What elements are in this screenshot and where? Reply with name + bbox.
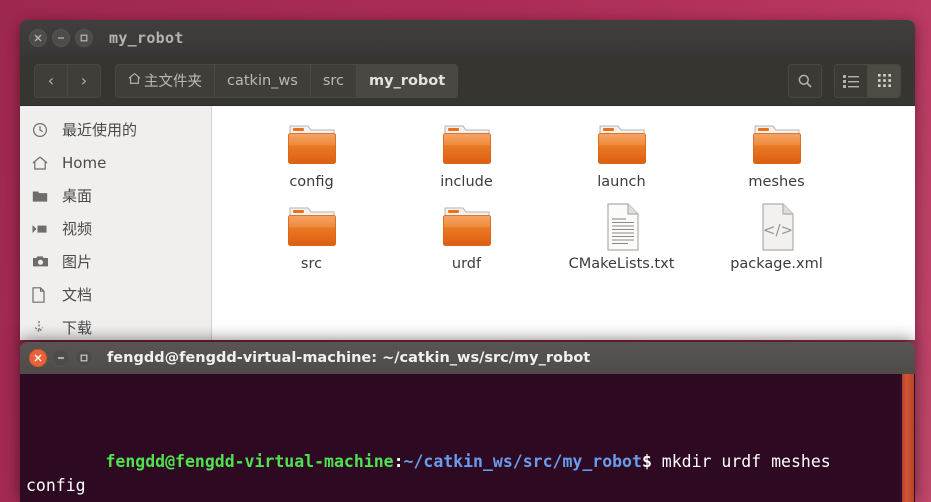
close-icon[interactable]	[29, 29, 47, 47]
file-item[interactable]: urdf	[389, 200, 544, 280]
grid-view-icon[interactable]	[867, 64, 900, 97]
prompt-user-host: fengdd@fengdd-virtual-machine	[105, 452, 394, 471]
minimize-icon[interactable]	[52, 29, 70, 47]
folder-icon	[749, 118, 805, 170]
file-manager-window: my_robot ‹ › 主文件夹 catkin_ws src my_robot	[20, 20, 915, 340]
breadcrumb-label: 主文件夹	[144, 74, 202, 90]
breadcrumb-item-src[interactable]: src	[309, 64, 356, 97]
terminal-screen[interactable]: fengdd@fengdd-virtual-machine:~/catkin_w…	[20, 374, 915, 502]
search-icon[interactable]	[788, 63, 822, 98]
svg-text:</>: </>	[762, 221, 792, 239]
file-name: include	[440, 174, 493, 190]
sidebar-item-videos[interactable]: 视频	[20, 212, 211, 245]
terminal-scrollbar-thumb[interactable]	[902, 374, 914, 502]
file-name: src	[300, 256, 323, 272]
file-manager-window-controls	[29, 29, 93, 47]
download-icon	[32, 320, 54, 336]
video-icon	[32, 223, 54, 235]
breadcrumb-item-catkin-ws[interactable]: catkin_ws	[214, 64, 310, 97]
icon-grid: config include launch meshes src urdf CM…	[234, 118, 915, 280]
file-name: meshes	[748, 174, 805, 190]
home-icon	[128, 72, 141, 89]
maximize-icon[interactable]	[75, 29, 93, 47]
sidebar: 最近使用的 Home 桌面 视频 图片 文档 下载	[20, 106, 212, 340]
sidebar-item-recent[interactable]: 最近使用的	[20, 113, 211, 146]
terminal-window-controls	[29, 349, 93, 367]
file-manager-body: 最近使用的 Home 桌面 视频 图片 文档 下载 config include…	[20, 106, 915, 340]
sidebar-item-label: 最近使用的	[62, 121, 138, 139]
terminal-titlebar[interactable]: fengdd@fengdd-virtual-machine: ~/catkin_…	[20, 342, 915, 374]
file-name: package.xml	[730, 256, 823, 272]
toolbar-right-group	[788, 63, 901, 98]
sidebar-item-downloads[interactable]: 下载	[20, 311, 211, 340]
home-icon	[32, 155, 54, 171]
terminal-window: fengdd@fengdd-virtual-machine: ~/catkin_…	[20, 342, 915, 502]
sidebar-item-label: 视频	[62, 220, 93, 238]
file-manager-title: my_robot	[109, 29, 184, 47]
view-mode-group	[834, 63, 901, 98]
prompt-path: ~/catkin_ws/src/my_robot	[403, 452, 642, 471]
code-file-icon: </>	[755, 200, 799, 252]
folder-icon	[284, 200, 340, 252]
breadcrumb: 主文件夹 catkin_ws src my_robot	[115, 63, 459, 98]
file-list-area[interactable]: config include launch meshes src urdf CM…	[212, 106, 915, 340]
sidebar-item-pictures[interactable]: 图片	[20, 245, 211, 278]
file-name: CMakeLists.txt	[568, 256, 675, 272]
clock-icon	[32, 122, 54, 138]
prompt-colon: :	[393, 452, 404, 471]
sidebar-item-label: 文档	[62, 286, 93, 304]
file-name: urdf	[451, 256, 482, 272]
breadcrumb-item-my-robot[interactable]: my_robot	[356, 64, 458, 97]
file-item[interactable]: config	[234, 118, 389, 198]
forward-button[interactable]: ›	[67, 64, 100, 97]
file-manager-toolbar: ‹ › 主文件夹 catkin_ws src my_robot	[20, 56, 915, 106]
sidebar-item-home[interactable]: Home	[20, 146, 211, 179]
terminal-line: fengdd@fengdd-virtual-machine:~/catkin_w…	[26, 426, 894, 502]
folder-icon	[439, 118, 495, 170]
navigation-buttons: ‹ ›	[34, 63, 101, 98]
sidebar-item-label: Home	[62, 153, 107, 172]
document-icon	[32, 286, 54, 303]
camera-icon	[32, 255, 54, 268]
file-item[interactable]: </> package.xml	[699, 200, 854, 280]
sidebar-item-label: 图片	[62, 253, 93, 271]
text-file-icon	[600, 200, 644, 252]
breadcrumb-item-home[interactable]: 主文件夹	[116, 64, 214, 97]
sidebar-item-label: 桌面	[62, 187, 93, 205]
terminal-scrollbar[interactable]	[900, 374, 915, 502]
file-item[interactable]: CMakeLists.txt	[544, 200, 699, 280]
maximize-icon[interactable]	[75, 349, 93, 367]
terminal-output[interactable]: fengdd@fengdd-virtual-machine:~/catkin_w…	[20, 374, 900, 502]
minimize-icon[interactable]	[52, 349, 70, 367]
file-item[interactable]: launch	[544, 118, 699, 198]
file-item[interactable]: include	[389, 118, 544, 198]
close-icon[interactable]	[29, 349, 47, 367]
file-name: launch	[597, 174, 646, 190]
folder-icon	[594, 118, 650, 170]
terminal-title: fengdd@fengdd-virtual-machine: ~/catkin_…	[107, 350, 591, 366]
folder-icon	[439, 200, 495, 252]
back-button[interactable]: ‹	[35, 64, 67, 97]
sidebar-item-documents[interactable]: 文档	[20, 278, 211, 311]
file-manager-titlebar[interactable]: my_robot	[20, 20, 915, 56]
folder-icon	[32, 189, 54, 203]
file-item[interactable]: meshes	[699, 118, 854, 198]
sidebar-item-label: 下载	[62, 319, 93, 337]
file-item[interactable]: src	[234, 200, 389, 280]
list-view-icon[interactable]	[835, 64, 867, 97]
file-name: config	[289, 174, 334, 190]
prompt-dollar: $	[641, 452, 652, 471]
folder-icon	[284, 118, 340, 170]
sidebar-item-desktop[interactable]: 桌面	[20, 179, 211, 212]
